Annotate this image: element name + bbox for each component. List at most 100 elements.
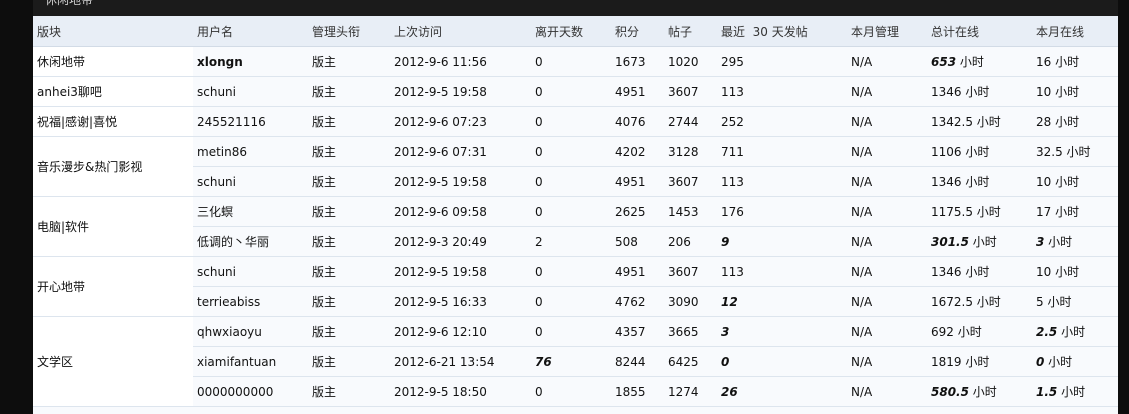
month-online-value: 2.5 [1036, 325, 1058, 339]
month-online-value: 1.5 [1036, 385, 1058, 399]
days-away: 0 [531, 166, 611, 197]
table-row: terrieabiss 版主 2012-9-5 16:33 0 4762 309… [33, 286, 1118, 317]
username[interactable]: 低调的丶华丽 [193, 226, 308, 257]
posts: 2744 [664, 106, 717, 137]
posts: 1453 [664, 196, 717, 227]
month-manage: N/A [847, 316, 927, 347]
table-row: 文学区 qhwxiaoyu 版主 2012-9-6 12:10 0 4357 3… [33, 316, 1118, 407]
total-online: 1175.5 小时 [927, 196, 1032, 227]
username[interactable]: schuni [193, 256, 308, 287]
username[interactable]: metin86 [193, 136, 308, 167]
total-online: 580.5 小时 [927, 376, 1032, 407]
table-header-row: 版块 用户名 管理头衔 上次访问 离开天数 积分 帖子 最近 30 天发帖 本月… [33, 16, 1118, 47]
posts: 1020 [664, 46, 717, 77]
board-name[interactable]: 电脑|软件 [33, 196, 193, 257]
recent-posts: 9 [717, 226, 847, 257]
col-header-month-online: 本月在线 [1032, 16, 1118, 47]
col-header-month-manage: 本月管理 [847, 16, 927, 47]
last-visit: 2012-9-6 09:58 [390, 196, 531, 227]
username[interactable]: 三化螟 [193, 196, 308, 227]
posts: 3607 [664, 76, 717, 107]
board-name[interactable]: 休闲地带 [33, 46, 193, 77]
month-manage: N/A [847, 226, 927, 257]
days-away: 0 [531, 196, 611, 227]
col-header-score: 积分 [611, 16, 664, 47]
total-online: 1346 小时 [927, 256, 1032, 287]
board-name[interactable]: 文学区 [33, 316, 193, 407]
table-row: schuni 版主 2012-9-5 19:58 0 4951 3607 113… [33, 166, 1118, 197]
days-away: 0 [531, 46, 611, 77]
score: 508 [611, 226, 664, 257]
admin-title: 版主 [308, 136, 390, 167]
admin-title: 版主 [308, 256, 390, 287]
username[interactable]: 0000000000 [193, 376, 308, 407]
month-online: 10 小时 [1032, 166, 1118, 197]
posts: 3128 [664, 136, 717, 167]
month-manage: N/A [847, 346, 927, 377]
admin-title: 版主 [308, 76, 390, 107]
days-away: 0 [531, 286, 611, 317]
month-manage: N/A [847, 106, 927, 137]
recent-posts: 0 [717, 346, 847, 377]
month-online: 17 小时 [1032, 196, 1118, 227]
table-row: 0000000000 版主 2012-9-5 18:50 0 1855 1274… [33, 376, 1118, 407]
month-manage: N/A [847, 166, 927, 197]
col-header-title: 管理头衔 [308, 16, 390, 47]
recent-posts: 113 [717, 256, 847, 287]
total-online-value: 653 [931, 55, 957, 69]
recent-posts: 113 [717, 76, 847, 107]
last-visit: 2012-9-5 19:58 [390, 166, 531, 197]
table-row: 祝福|感谢|喜悦 245521116 版主 2012-9-6 07:23 0 4… [33, 106, 1118, 137]
score: 8244 [611, 346, 664, 377]
username[interactable]: xiamifantuan [193, 346, 308, 377]
posts: 3607 [664, 256, 717, 287]
total-online: 1672.5 小时 [927, 286, 1032, 317]
board-name[interactable]: 音乐漫步&热门影视 [33, 136, 193, 197]
section-tab: 休闲地带 [33, 0, 1118, 16]
last-visit: 2012-9-5 19:58 [390, 256, 531, 287]
score: 2625 [611, 196, 664, 227]
last-visit: 2012-9-5 16:33 [390, 286, 531, 317]
month-manage: N/A [847, 136, 927, 167]
score: 4951 [611, 166, 664, 197]
admin-title: 版主 [308, 106, 390, 137]
days-away: 76 [531, 346, 611, 377]
username[interactable]: schuni [193, 76, 308, 107]
last-visit: 2012-9-6 11:56 [390, 46, 531, 77]
posts: 3090 [664, 286, 717, 317]
total-online-unit: 小时 [968, 235, 997, 249]
month-online: 1.5 小时 [1032, 376, 1118, 407]
last-visit: 2012-9-6 07:23 [390, 106, 531, 137]
last-visit: 2012-6-21 13:54 [390, 346, 531, 377]
board-name[interactable]: 开心地带 [33, 256, 193, 317]
admin-title: 版主 [308, 196, 390, 227]
recent-posts: 3 [717, 316, 847, 347]
score: 4202 [611, 136, 664, 167]
username[interactable]: schuni [193, 166, 308, 197]
board-name[interactable]: anhei3聊吧 [33, 76, 193, 107]
section-tab-label: 休闲地带 [45, 0, 94, 7]
score: 1673 [611, 46, 664, 77]
days-away: 0 [531, 256, 611, 287]
month-manage: N/A [847, 286, 927, 317]
score: 4076 [611, 106, 664, 137]
month-manage: N/A [847, 76, 927, 107]
recent-posts: 252 [717, 106, 847, 137]
table-row: 休闲地带 xlongn 版主 2012-9-6 11:56 0 1673 102… [33, 46, 1118, 77]
days-away: 0 [531, 106, 611, 137]
admin-title: 版主 [308, 316, 390, 347]
total-online: 1346 小时 [927, 76, 1032, 107]
moderator-table: 版块 用户名 管理头衔 上次访问 离开天数 积分 帖子 最近 30 天发帖 本月… [33, 16, 1118, 407]
username[interactable]: terrieabiss [193, 286, 308, 317]
recent-posts: 711 [717, 136, 847, 167]
username[interactable]: 245521116 [193, 106, 308, 137]
score: 4951 [611, 76, 664, 107]
top-bar: 休闲地带 [0, 0, 1129, 16]
total-online-value: 580.5 [931, 385, 969, 399]
username[interactable]: xlongn [193, 46, 308, 77]
board-name[interactable]: 祝福|感谢|喜悦 [33, 106, 193, 137]
posts: 6425 [664, 346, 717, 377]
col-header-total-online: 总计在线 [927, 16, 1032, 47]
posts: 3607 [664, 166, 717, 197]
username[interactable]: qhwxiaoyu [193, 316, 308, 347]
